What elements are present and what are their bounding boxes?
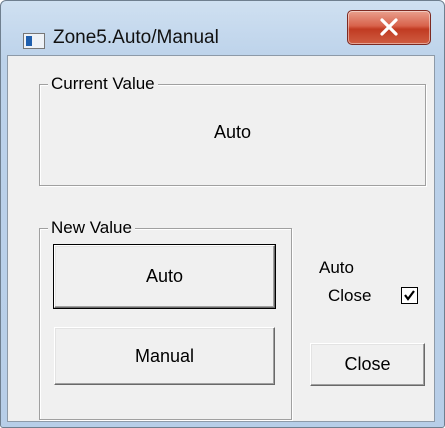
close-icon — [380, 18, 398, 36]
window-title: Zone5.Auto/Manual — [53, 27, 219, 48]
current-value-legend: Current Value — [48, 74, 158, 94]
current-value-text: Auto — [213, 122, 252, 142]
manual-button[interactable]: Manual — [54, 327, 275, 385]
app-window-icon — [23, 33, 45, 49]
title-bar[interactable]: Zone5.Auto/Manual — [1, 1, 444, 56]
auto-close-label-line1: Auto — [319, 258, 354, 277]
close-button[interactable]: Close — [310, 343, 425, 386]
auto-close-checkbox[interactable] — [401, 287, 418, 304]
current-value-group: Current Value Auto — [39, 74, 426, 186]
auto-close-label-line2: Close — [328, 286, 372, 305]
window-close-button[interactable] — [347, 10, 431, 45]
auto-button[interactable]: Auto — [53, 244, 276, 309]
checkmark-icon — [404, 290, 415, 301]
new-value-legend: New Value — [48, 218, 135, 238]
